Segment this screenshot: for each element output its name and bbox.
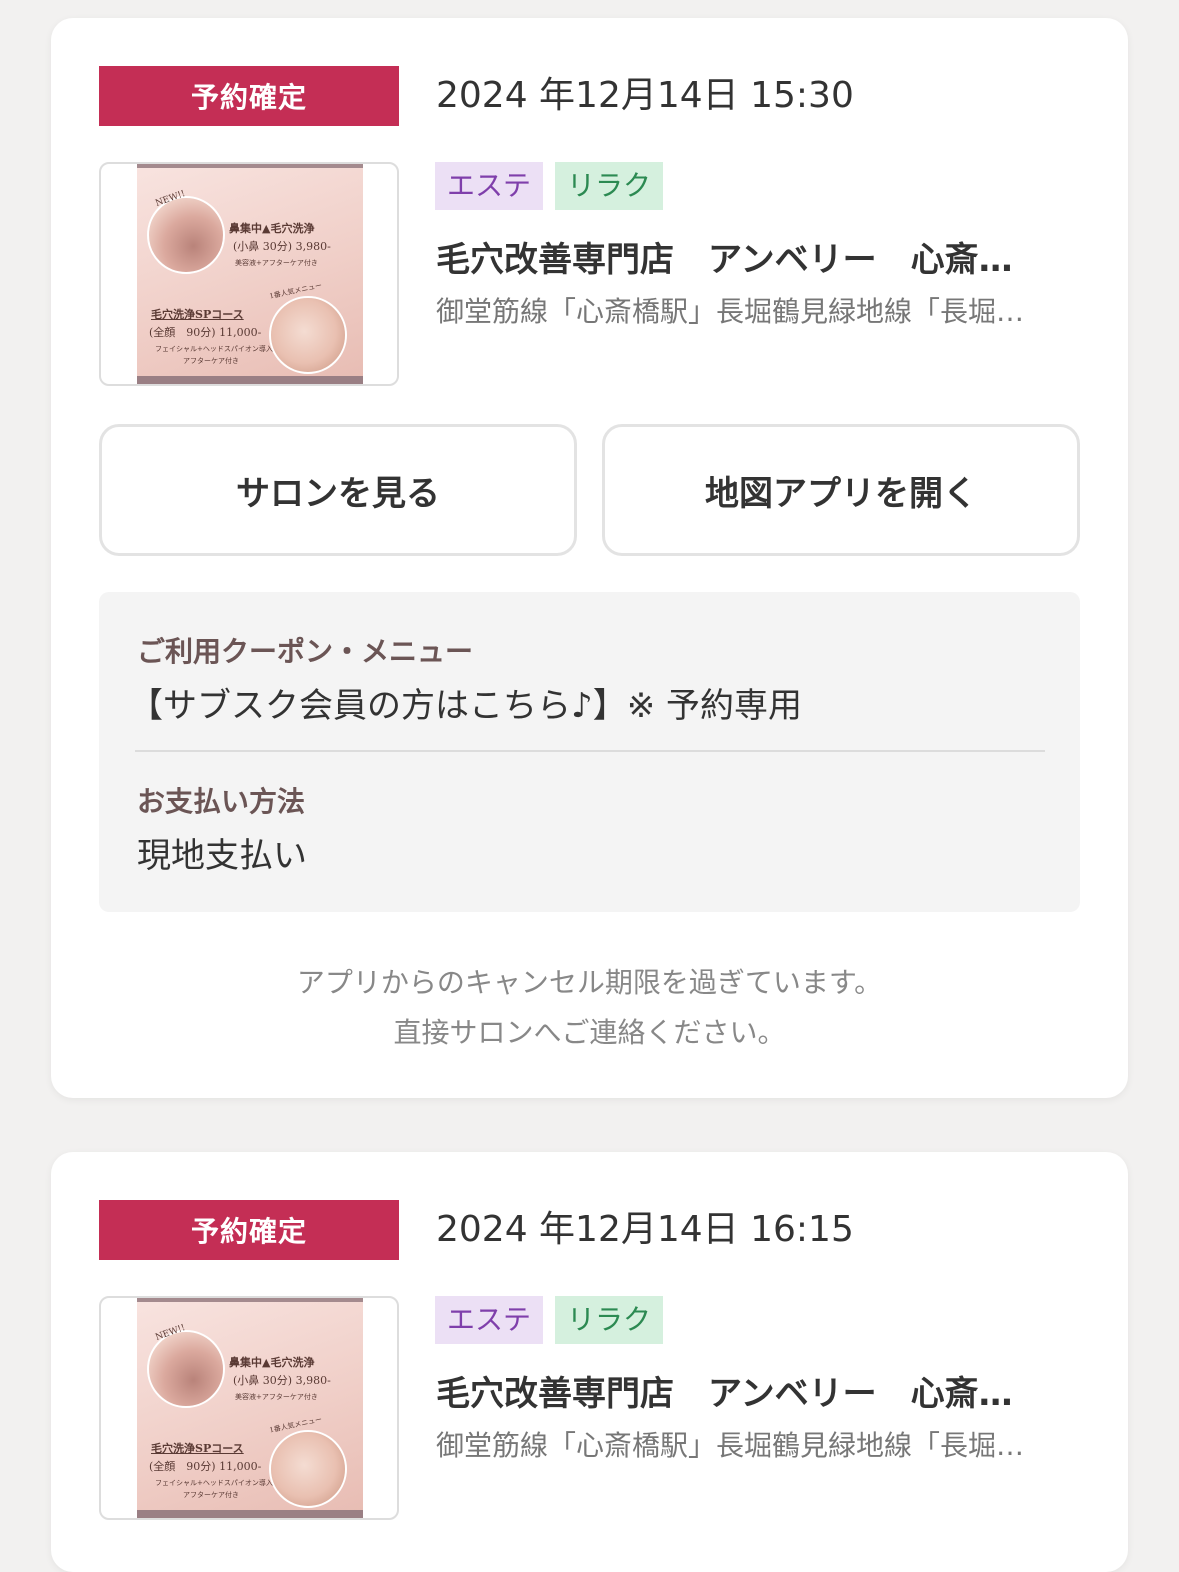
promo-text: フェイシャル+ヘッドスパイオン導入 bbox=[155, 1479, 273, 1487]
cancel-note-line: アプリからのキャンセル期限を過ぎています。 bbox=[296, 966, 883, 999]
tag-este: エステ bbox=[435, 1296, 544, 1344]
tag-relax: リラク bbox=[555, 162, 664, 210]
promo-text: 鼻集中▲毛穴洗浄 bbox=[229, 1356, 315, 1369]
divider bbox=[135, 750, 1045, 752]
open-map-button[interactable]: 地図アプリを開く bbox=[602, 424, 1080, 556]
reservation-datetime: 2024 年12月14日 15:30 bbox=[436, 75, 854, 116]
category-tags: エステ リラク bbox=[435, 1296, 664, 1344]
promo-text: 美容液+アフターケア付き bbox=[235, 1393, 318, 1401]
promo-text: アフターケア付き bbox=[183, 1491, 239, 1499]
salon-thumbnail[interactable]: NEW!! 鼻集中▲毛穴洗浄 (小鼻 30分) 3,980- 美容液+アフターケ… bbox=[99, 162, 399, 386]
promo-image: NEW!! 鼻集中▲毛穴洗浄 (小鼻 30分) 3,980- 美容液+アフターケ… bbox=[137, 1298, 363, 1518]
salon-thumbnail[interactable]: NEW!! 鼻集中▲毛穴洗浄 (小鼻 30分) 3,980- 美容液+アフターケ… bbox=[99, 1296, 399, 1520]
salon-name[interactable]: 毛穴改善専門店 アンベリー 心斎… bbox=[436, 236, 1066, 284]
promo-image: NEW!! 鼻集中▲毛穴洗浄 (小鼻 30分) 3,980- 美容液+アフターケ… bbox=[137, 164, 363, 384]
reservation-card: 予約確定 2024 年12月14日 16:15 NEW!! 鼻集中▲毛穴洗浄 (… bbox=[51, 1152, 1128, 1572]
promo-text: 毛穴洗浄SPコース bbox=[151, 308, 244, 321]
reservation-details: ご利用クーポン・メニュー 【サブスク会員の方はこちら♪】※ 予約専用 お支払い方… bbox=[99, 592, 1080, 912]
reservation-datetime: 2024 年12月14日 16:15 bbox=[436, 1209, 854, 1250]
status-badge: 予約確定 bbox=[99, 1200, 399, 1260]
coupon-value: 【サブスク会員の方はこちら♪】※ 予約専用 bbox=[129, 686, 802, 726]
coupon-label: ご利用クーポン・メニュー bbox=[137, 635, 474, 668]
promo-text: 鼻集中▲毛穴洗浄 bbox=[229, 222, 315, 235]
promo-text: フェイシャル+ヘッドスパイオン導入 bbox=[155, 345, 273, 353]
promo-text: 美容液+アフターケア付き bbox=[235, 259, 318, 267]
payment-label: お支払い方法 bbox=[137, 785, 306, 818]
promo-text: アフターケア付き bbox=[183, 357, 239, 365]
payment-value: 現地支払い bbox=[137, 836, 307, 876]
category-tags: エステ リラク bbox=[435, 162, 664, 210]
cancel-note-line: 直接サロンへご連絡ください。 bbox=[393, 1016, 786, 1049]
tag-relax: リラク bbox=[555, 1296, 664, 1344]
cancel-note: アプリからのキャンセル期限を過ぎています。 直接サロンへご連絡ください。 bbox=[51, 958, 1128, 1058]
salon-name[interactable]: 毛穴改善専門店 アンベリー 心斎… bbox=[436, 1370, 1066, 1418]
view-salon-button[interactable]: サロンを見る bbox=[99, 424, 577, 556]
salon-access: 御堂筋線「心斎橋駅」長堀鶴見緑地線「長堀… bbox=[436, 295, 1025, 328]
promo-text: 毛穴洗浄SPコース bbox=[151, 1442, 244, 1455]
status-badge: 予約確定 bbox=[99, 66, 399, 126]
promo-text: (全顔 90分) 11,000- bbox=[149, 326, 262, 339]
promo-text: (小鼻 30分) 3,980- bbox=[233, 1374, 331, 1387]
promo-text: (全顔 90分) 11,000- bbox=[149, 1460, 262, 1473]
promo-text: (小鼻 30分) 3,980- bbox=[233, 240, 331, 253]
salon-access: 御堂筋線「心斎橋駅」長堀鶴見緑地線「長堀… bbox=[436, 1429, 1025, 1462]
reservation-card: 予約確定 2024 年12月14日 15:30 NEW!! 鼻集中▲毛穴洗浄 (… bbox=[51, 18, 1128, 1098]
face-photo bbox=[269, 1430, 347, 1508]
tag-este: エステ bbox=[435, 162, 544, 210]
face-photo bbox=[269, 296, 347, 374]
